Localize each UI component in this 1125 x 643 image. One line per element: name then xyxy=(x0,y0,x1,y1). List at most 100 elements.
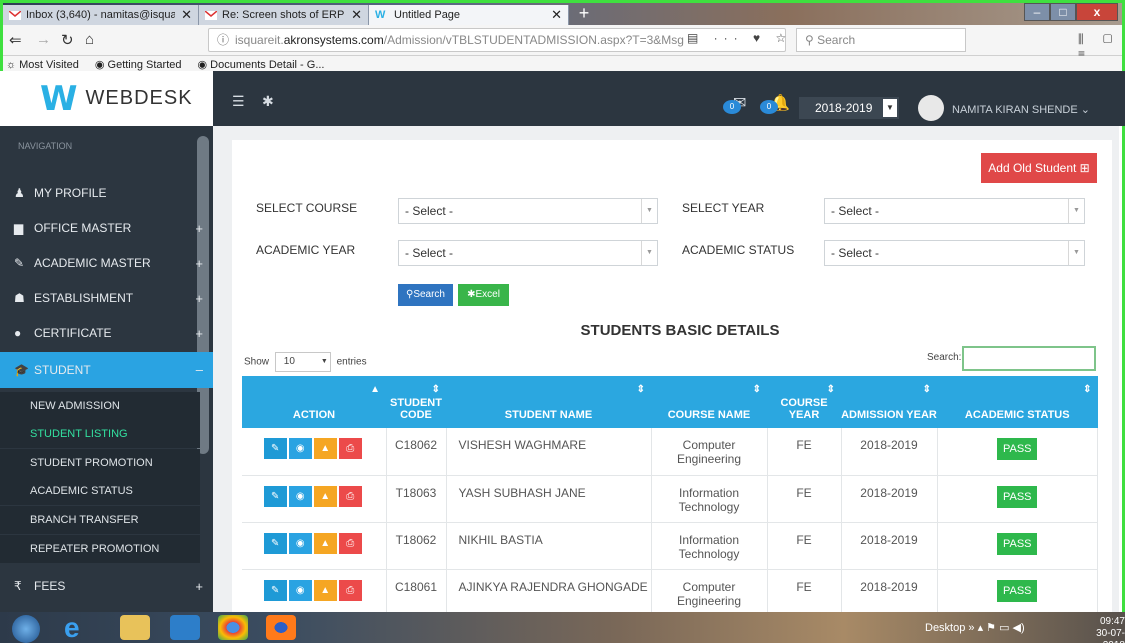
back-icon[interactable]: ⇐ xyxy=(9,31,22,49)
tray-icons[interactable]: » ▴ ⚑ ▭ ◀) xyxy=(968,622,1024,634)
column-header-course-year[interactable]: COURSE YEAR ⇕ xyxy=(767,376,841,428)
graduation-cap-icon: 🎓 xyxy=(14,363,29,377)
system-tray: Desktop » ▴ ⚑ ▭ ◀) xyxy=(925,621,1025,634)
user-menu[interactable]: NAMITA KIRAN SHENDE ⌄ xyxy=(952,103,1090,116)
admission-year-cell: 2018-2019 xyxy=(841,428,938,476)
academic-status-cell: PASS xyxy=(937,522,1098,570)
view-icon[interactable]: ◉ xyxy=(288,532,312,554)
column-header-student-name[interactable]: STUDENT NAME ⇕ xyxy=(446,376,651,428)
print-icon[interactable]: ⎙ xyxy=(338,532,362,554)
view-icon[interactable]: ◉ xyxy=(288,579,312,601)
table-search-input[interactable] xyxy=(962,346,1096,371)
sidebar-subitem-student-promotion[interactable]: STUDENT PROMOTION xyxy=(0,449,200,477)
course-year-cell: FE xyxy=(767,475,842,523)
edit-icon: ✎ xyxy=(14,256,25,270)
column-header-student-code[interactable]: STUDENT CODE ⇕ xyxy=(386,376,446,428)
sidebar-item-student[interactable]: 🎓 STUDENT – xyxy=(0,352,213,388)
academic-status-dropdown[interactable]: - Select - ▼ xyxy=(824,240,1085,266)
forward-icon[interactable]: → xyxy=(36,31,51,48)
entries-select[interactable]: 10 ▼ xyxy=(274,352,331,372)
clock[interactable]: 09:4730-07-2018 xyxy=(1092,616,1125,643)
academic-year-select[interactable]: 2018-2019 ▼ xyxy=(799,97,899,119)
explorer-icon[interactable] xyxy=(120,615,150,640)
view-icon[interactable]: ◉ xyxy=(288,485,312,507)
sidebar-item-fees[interactable]: ₹ FEES + xyxy=(0,569,213,604)
column-header-admission-year[interactable]: ADMISSION YEAR ⇕ xyxy=(841,376,937,428)
column-header-academic-status[interactable]: ACADEMIC STATUS ⇕ xyxy=(937,376,1098,428)
admission-year-cell: 2018-2019 xyxy=(841,522,938,570)
column-header-course-name[interactable]: COURSE NAME ⇕ xyxy=(651,376,767,428)
bookmark-documents-detail[interactable]: ◉ Documents Detail - G... xyxy=(198,58,333,71)
browser-search-input[interactable]: ⚲ Search xyxy=(796,28,966,52)
admission-year-cell: 2018-2019 xyxy=(841,569,938,617)
close-tab-icon[interactable]: ✕ xyxy=(351,7,362,23)
logo[interactable]: W WEBDESK xyxy=(0,71,213,126)
academic-year-label: ACADEMIC YEAR xyxy=(256,243,356,257)
close-window-button[interactable]: x xyxy=(1076,3,1118,21)
excel-button[interactable]: ✱Excel xyxy=(458,284,509,306)
page-actions-icon[interactable]: ▤ ··· ♥ ☆ xyxy=(687,31,792,45)
minimize-button[interactable]: – xyxy=(1024,3,1050,21)
chrome-icon[interactable] xyxy=(218,615,248,640)
select-year-dropdown[interactable]: - Select - ▼ xyxy=(824,198,1085,224)
print-icon[interactable]: ⎙ xyxy=(338,485,362,507)
close-tab-icon[interactable]: ✕ xyxy=(181,7,192,23)
ie-icon[interactable]: e xyxy=(64,614,94,642)
sidebar-item-my-profile[interactable]: ♟ MY PROFILE xyxy=(0,176,213,211)
search-button[interactable]: ⚲Search xyxy=(398,284,453,306)
tab-re-screen-shots[interactable]: Re: Screen shots of ERP implem ✕ xyxy=(199,5,369,25)
edit-icon[interactable]: ✎ xyxy=(263,485,287,507)
select-course-dropdown[interactable]: - Select - ▼ xyxy=(398,198,658,224)
status-badge: PASS xyxy=(997,485,1038,508)
edit-icon[interactable]: ✎ xyxy=(263,579,287,601)
tab-bar: Inbox (3,640) - namitas@isquar ✕ Re: Scr… xyxy=(3,3,1122,25)
avatar[interactable] xyxy=(918,95,944,121)
graduation-cap-icon[interactable]: ▲ xyxy=(313,438,337,459)
firefox-icon[interactable] xyxy=(266,615,296,640)
sidebar-item-academic-master[interactable]: ✎ ACADEMIC MASTER + xyxy=(0,246,213,281)
sidebar-subitem-academic-status[interactable]: ACADEMIC STATUS xyxy=(0,477,200,505)
graduation-cap-icon[interactable]: ▲ xyxy=(313,485,337,507)
edit-icon[interactable]: ✎ xyxy=(263,532,287,554)
student-code-cell: T18062 xyxy=(386,522,447,570)
media-player-icon[interactable] xyxy=(170,615,200,640)
menu-toggle-icon[interactable]: ☰ xyxy=(232,93,245,110)
new-tab-button[interactable]: + xyxy=(574,4,594,23)
sidebar-item-establishment[interactable]: ☗ ESTABLISHMENT + xyxy=(0,281,213,316)
sidebar-subitem-repeater-promotion[interactable]: REPEATER PROMOTION xyxy=(0,535,200,563)
graduation-cap-icon[interactable]: ▲ xyxy=(313,579,337,601)
sidebar-item-certificate[interactable]: ● CERTIFICATE + xyxy=(0,316,213,351)
clock-time: 09:47 xyxy=(1099,616,1125,627)
info-icon[interactable]: ⓘ xyxy=(217,29,229,51)
desktop-toolbar[interactable]: Desktop xyxy=(925,622,965,634)
academic-year-dropdown[interactable]: - Select - ▼ xyxy=(398,240,658,266)
bookmark-most-visited[interactable]: ☼ Most Visited xyxy=(6,59,87,71)
sidebar-subitem-student-listing[interactable]: STUDENT LISTING xyxy=(0,420,200,448)
settings-icon[interactable]: ✱ xyxy=(262,93,274,110)
print-icon[interactable]: ⎙ xyxy=(338,438,362,459)
view-icon[interactable]: ◉ xyxy=(288,438,312,459)
tab-untitled-page[interactable]: W Untitled Page ✕ xyxy=(369,5,569,25)
maximize-button[interactable]: □ xyxy=(1050,3,1076,21)
sidebar-subitem-new-admission[interactable]: NEW ADMISSION xyxy=(0,392,200,420)
navigation-label: NAVIGATION xyxy=(18,141,73,151)
add-old-student-button[interactable]: Add Old Student ⊞ xyxy=(981,153,1097,183)
column-header-action[interactable]: ACTION ▲ xyxy=(242,376,386,428)
print-icon[interactable]: ⎙ xyxy=(338,579,362,601)
edit-icon[interactable]: ✎ xyxy=(263,438,287,459)
collapse-icon: – xyxy=(195,362,203,377)
close-tab-icon[interactable]: ✕ xyxy=(551,7,562,23)
home-icon[interactable]: ⌂ xyxy=(85,31,94,48)
reload-icon[interactable]: ↻ xyxy=(61,31,74,49)
gmail-icon xyxy=(9,10,21,20)
sidebar-subitem-branch-transfer[interactable]: BRANCH TRANSFER xyxy=(0,506,200,534)
sort-icon: ⇕ xyxy=(922,384,931,395)
start-button[interactable] xyxy=(12,615,40,643)
table-search-label: Search: xyxy=(927,352,962,363)
student-code-cell: T18063 xyxy=(386,475,447,523)
sidebar-item-office-master[interactable]: ▆ OFFICE MASTER + xyxy=(0,211,213,246)
graduation-cap-icon[interactable]: ▲ xyxy=(313,532,337,554)
tab-inbox[interactable]: Inbox (3,640) - namitas@isquar ✕ xyxy=(3,5,199,25)
bookmark-getting-started[interactable]: ◉ Getting Started xyxy=(95,58,190,71)
chevron-down-icon: ▼ xyxy=(641,241,657,265)
